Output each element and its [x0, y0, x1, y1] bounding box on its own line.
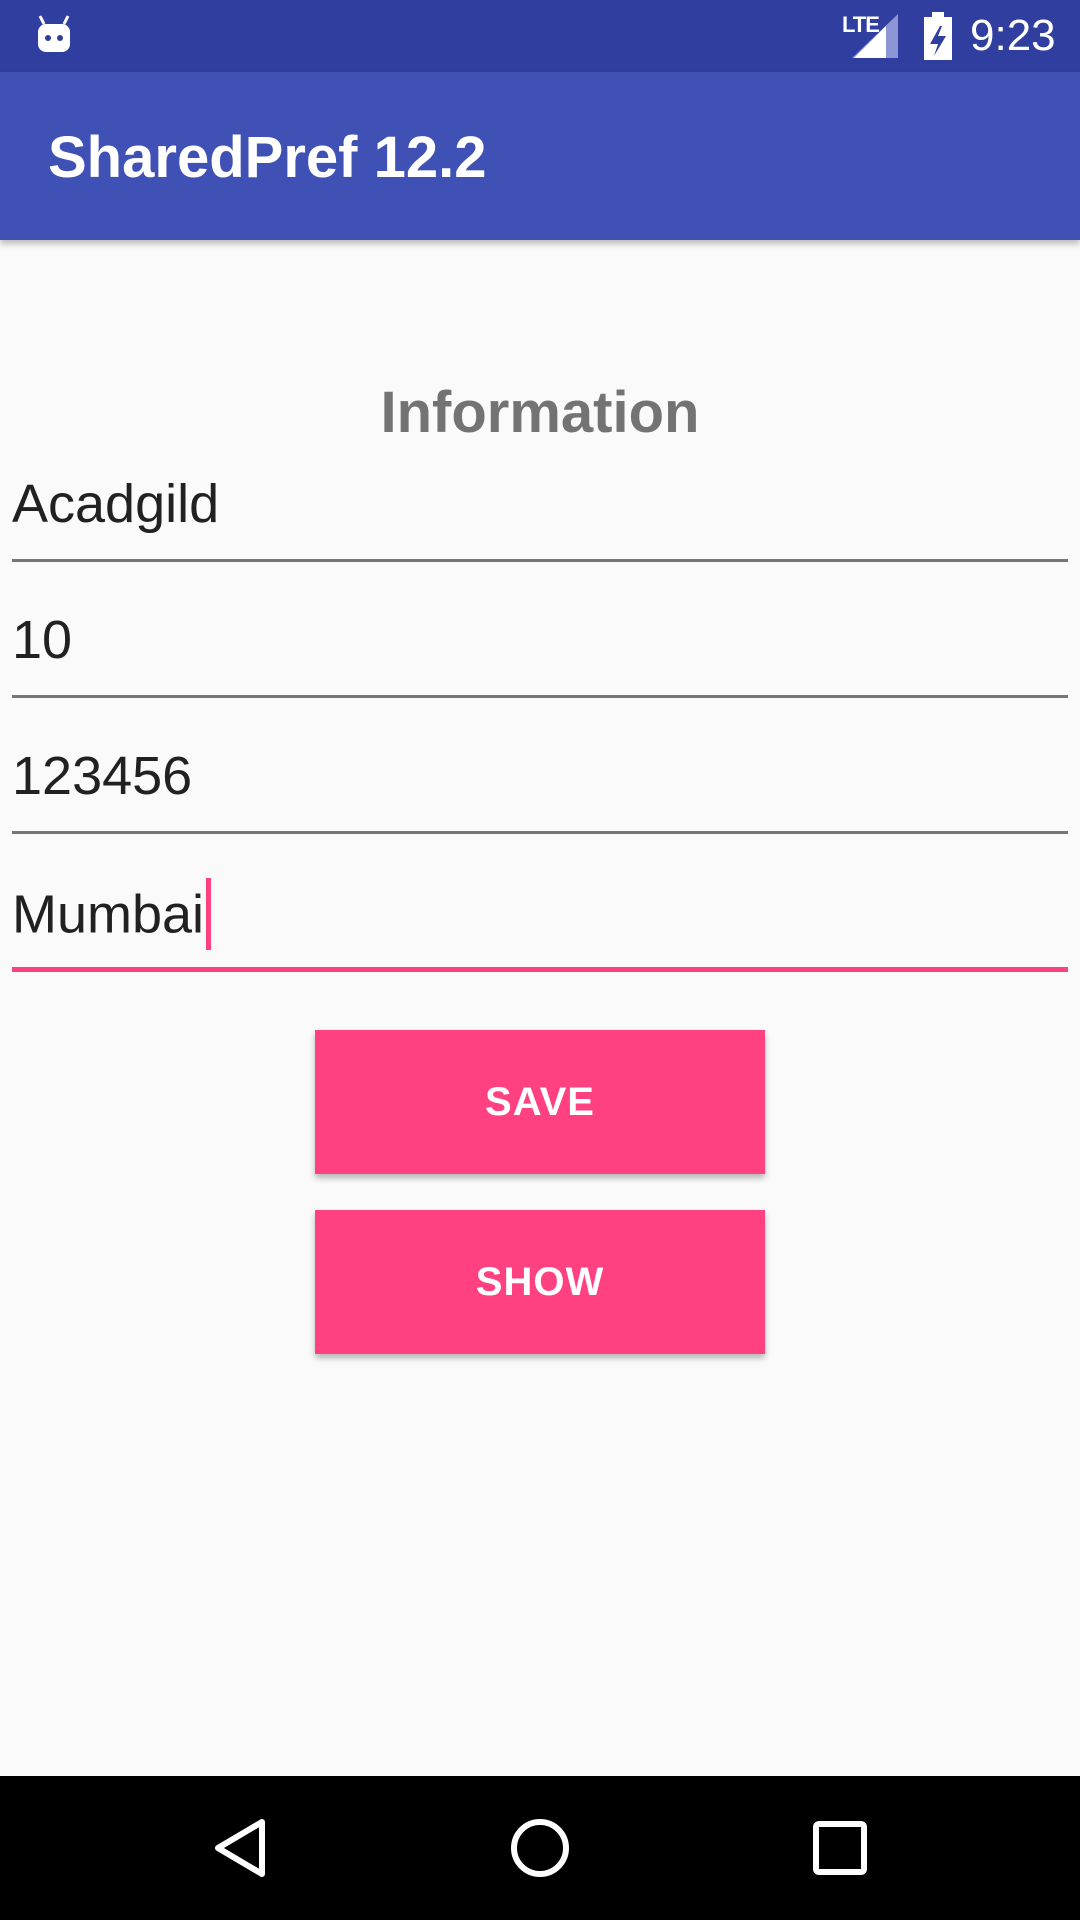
text-cursor — [206, 878, 212, 950]
name-field[interactable]: Acadgild — [12, 462, 1068, 562]
show-button[interactable]: SHOW — [315, 1210, 765, 1354]
information-heading: Information — [380, 380, 700, 445]
recents-icon[interactable] — [804, 1812, 876, 1884]
city-field-underline — [12, 967, 1068, 972]
home-icon[interactable] — [504, 1812, 576, 1884]
name-field-underline — [12, 559, 1068, 562]
navigation-bar — [0, 1776, 1080, 1920]
phone-field-value: 123456 — [12, 746, 193, 806]
city-field[interactable]: Mumbai — [12, 872, 1068, 972]
age-field-underline — [12, 695, 1068, 698]
age-field-value: 10 — [12, 610, 73, 670]
back-icon[interactable] — [204, 1812, 276, 1884]
age-field[interactable]: 10 — [12, 598, 1068, 698]
phone-field[interactable]: 123456 — [12, 734, 1068, 834]
app-screen: LTE 9:23 SharedPref 12.2 Information Aca… — [0, 0, 1080, 1920]
app-title: SharedPref 12.2 — [48, 125, 487, 190]
save-button[interactable]: SAVE — [315, 1030, 765, 1174]
app-bar: SharedPref 12.2 — [0, 72, 1080, 240]
signal-icon — [852, 14, 898, 58]
name-field-value: Acadgild — [12, 474, 220, 534]
android-notification-icon — [38, 15, 70, 52]
battery-icon — [924, 12, 952, 60]
city-field-content: Mumbai — [12, 878, 212, 954]
status-bar: LTE 9:23 — [0, 0, 1080, 72]
phone-field-underline — [12, 831, 1068, 834]
city-field-value: Mumbai — [12, 884, 205, 945]
status-clock: 9:23 — [970, 11, 1056, 60]
